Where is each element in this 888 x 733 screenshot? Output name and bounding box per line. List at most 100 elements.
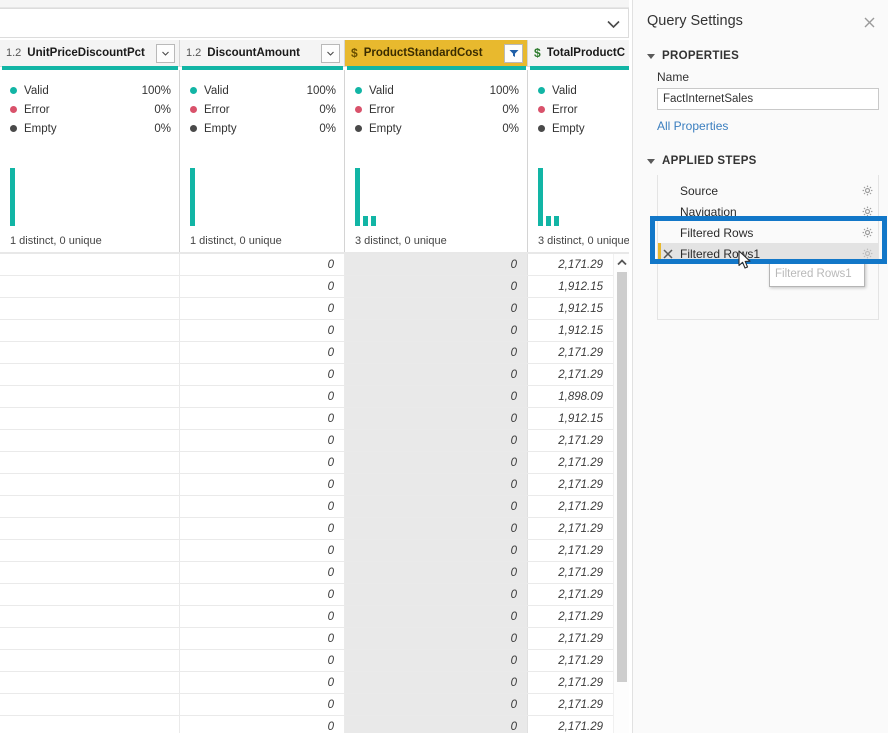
table-cell-totalproductcost[interactable]: 2,171.29 (528, 672, 613, 693)
table-cell-unitpricediscountpct[interactable] (0, 716, 180, 733)
table-row[interactable]: 002,171.29 (0, 452, 629, 474)
table-cell-productstandardcost[interactable]: 0 (345, 298, 528, 319)
table-cell-discountamount[interactable]: 0 (180, 386, 345, 407)
table-cell-totalproductcost[interactable]: 2,171.29 (528, 716, 613, 733)
table-cell-totalproductcost[interactable]: 2,171.29 (528, 650, 613, 671)
table-cell-discountamount[interactable]: 0 (180, 254, 345, 275)
table-cell-totalproductcost[interactable]: 2,171.29 (528, 584, 613, 605)
table-row[interactable]: 002,171.29 (0, 584, 629, 606)
table-cell-unitpricediscountpct[interactable] (0, 386, 180, 407)
table-cell-unitpricediscountpct[interactable] (0, 452, 180, 473)
table-cell-discountamount[interactable]: 0 (180, 540, 345, 561)
table-cell-unitpricediscountpct[interactable] (0, 474, 180, 495)
table-cell-unitpricediscountpct[interactable] (0, 518, 180, 539)
table-cell-discountamount[interactable]: 0 (180, 694, 345, 715)
table-cell-productstandardcost[interactable]: 0 (345, 540, 528, 561)
table-row[interactable]: 002,171.29 (0, 364, 629, 386)
table-cell-productstandardcost[interactable]: 0 (345, 430, 528, 451)
table-cell-discountamount[interactable]: 0 (180, 496, 345, 517)
applied-step-navigation[interactable]: Navigation (658, 201, 878, 222)
table-cell-totalproductcost[interactable]: 1,912.15 (528, 298, 613, 319)
column-header-discountamount[interactable]: 1.2 DiscountAmount (180, 40, 345, 66)
table-cell-productstandardcost[interactable]: 0 (345, 628, 528, 649)
table-row[interactable]: 002,171.29 (0, 672, 629, 694)
table-cell-discountamount[interactable]: 0 (180, 650, 345, 671)
table-cell-discountamount[interactable]: 0 (180, 606, 345, 627)
table-cell-totalproductcost[interactable]: 2,171.29 (528, 496, 613, 517)
table-cell-discountamount[interactable]: 0 (180, 430, 345, 451)
table-cell-discountamount[interactable]: 0 (180, 364, 345, 385)
table-row[interactable]: 001,912.15 (0, 298, 629, 320)
filter-dropdown-icon[interactable] (321, 44, 340, 63)
table-cell-unitpricediscountpct[interactable] (0, 364, 180, 385)
table-cell-totalproductcost[interactable]: 2,171.29 (528, 694, 613, 715)
table-cell-discountamount[interactable]: 0 (180, 628, 345, 649)
table-cell-unitpricediscountpct[interactable] (0, 628, 180, 649)
table-row[interactable]: 002,171.29 (0, 694, 629, 716)
table-cell-productstandardcost[interactable]: 0 (345, 716, 528, 733)
column-header-totalproductcost[interactable]: $ TotalProductCost (528, 40, 629, 66)
table-cell-productstandardcost[interactable]: 0 (345, 650, 528, 671)
table-cell-discountamount[interactable]: 0 (180, 320, 345, 341)
vertical-scrollbar[interactable] (613, 254, 629, 733)
table-cell-discountamount[interactable]: 0 (180, 276, 345, 297)
table-row[interactable]: 002,171.29 (0, 518, 629, 540)
table-row[interactable]: 002,171.29 (0, 496, 629, 518)
table-cell-productstandardcost[interactable]: 0 (345, 474, 528, 495)
table-row[interactable]: 001,898.09 (0, 386, 629, 408)
table-cell-unitpricediscountpct[interactable] (0, 650, 180, 671)
applied-step-filtered-rows[interactable]: Filtered Rows (658, 222, 878, 243)
table-cell-productstandardcost[interactable]: 0 (345, 606, 528, 627)
table-cell-unitpricediscountpct[interactable] (0, 606, 180, 627)
table-cell-totalproductcost[interactable]: 1,912.15 (528, 408, 613, 429)
delete-x-icon[interactable] (658, 249, 678, 259)
table-cell-unitpricediscountpct[interactable] (0, 694, 180, 715)
table-row[interactable]: 002,171.29 (0, 628, 629, 650)
table-row[interactable]: 002,171.29 (0, 562, 629, 584)
table-cell-discountamount[interactable]: 0 (180, 298, 345, 319)
table-cell-productstandardcost[interactable]: 0 (345, 276, 528, 297)
table-cell-discountamount[interactable]: 0 (180, 452, 345, 473)
table-cell-unitpricediscountpct[interactable] (0, 320, 180, 341)
table-cell-unitpricediscountpct[interactable] (0, 672, 180, 693)
table-cell-unitpricediscountpct[interactable] (0, 496, 180, 517)
column-header-unitpricediscountpct[interactable]: 1.2 UnitPriceDiscountPct (0, 40, 180, 66)
table-cell-totalproductcost[interactable]: 1,912.15 (528, 320, 613, 341)
formula-bar[interactable] (0, 8, 629, 38)
table-row[interactable]: 002,171.29 (0, 342, 629, 364)
table-cell-unitpricediscountpct[interactable] (0, 430, 180, 451)
table-cell-totalproductcost[interactable]: 2,171.29 (528, 342, 613, 363)
table-row[interactable]: 002,171.29 (0, 716, 629, 733)
table-row[interactable]: 001,912.15 (0, 408, 629, 430)
table-cell-discountamount[interactable]: 0 (180, 716, 345, 733)
gear-icon[interactable] (856, 206, 878, 217)
table-row[interactable]: 001,912.15 (0, 276, 629, 298)
all-properties-link[interactable]: All Properties (657, 119, 728, 133)
table-cell-unitpricediscountpct[interactable] (0, 540, 180, 561)
table-cell-discountamount[interactable]: 0 (180, 584, 345, 605)
table-cell-unitpricediscountpct[interactable] (0, 342, 180, 363)
table-cell-productstandardcost[interactable]: 0 (345, 364, 528, 385)
table-cell-unitpricediscountpct[interactable] (0, 408, 180, 429)
table-cell-discountamount[interactable]: 0 (180, 474, 345, 495)
table-cell-productstandardcost[interactable]: 0 (345, 342, 528, 363)
table-cell-totalproductcost[interactable]: 2,171.29 (528, 562, 613, 583)
table-row[interactable]: 002,171.29 (0, 540, 629, 562)
table-row[interactable]: 001,912.15 (0, 320, 629, 342)
table-cell-unitpricediscountpct[interactable] (0, 254, 180, 275)
table-cell-discountamount[interactable]: 0 (180, 408, 345, 429)
close-icon[interactable] (860, 13, 878, 31)
table-cell-productstandardcost[interactable]: 0 (345, 452, 528, 473)
funnel-filter-icon[interactable] (504, 44, 523, 63)
properties-section-header[interactable]: PROPERTIES (647, 50, 739, 62)
gear-icon[interactable] (856, 185, 878, 196)
table-cell-productstandardcost[interactable]: 0 (345, 694, 528, 715)
table-cell-totalproductcost[interactable]: 2,171.29 (528, 430, 613, 451)
table-cell-discountamount[interactable]: 0 (180, 518, 345, 539)
table-cell-productstandardcost[interactable]: 0 (345, 408, 528, 429)
table-cell-discountamount[interactable]: 0 (180, 672, 345, 693)
column-header-productstandardcost[interactable]: $ ProductStandardCost (345, 40, 528, 66)
table-cell-productstandardcost[interactable]: 0 (345, 518, 528, 539)
table-cell-totalproductcost[interactable]: 2,171.29 (528, 254, 613, 275)
table-cell-productstandardcost[interactable]: 0 (345, 496, 528, 517)
